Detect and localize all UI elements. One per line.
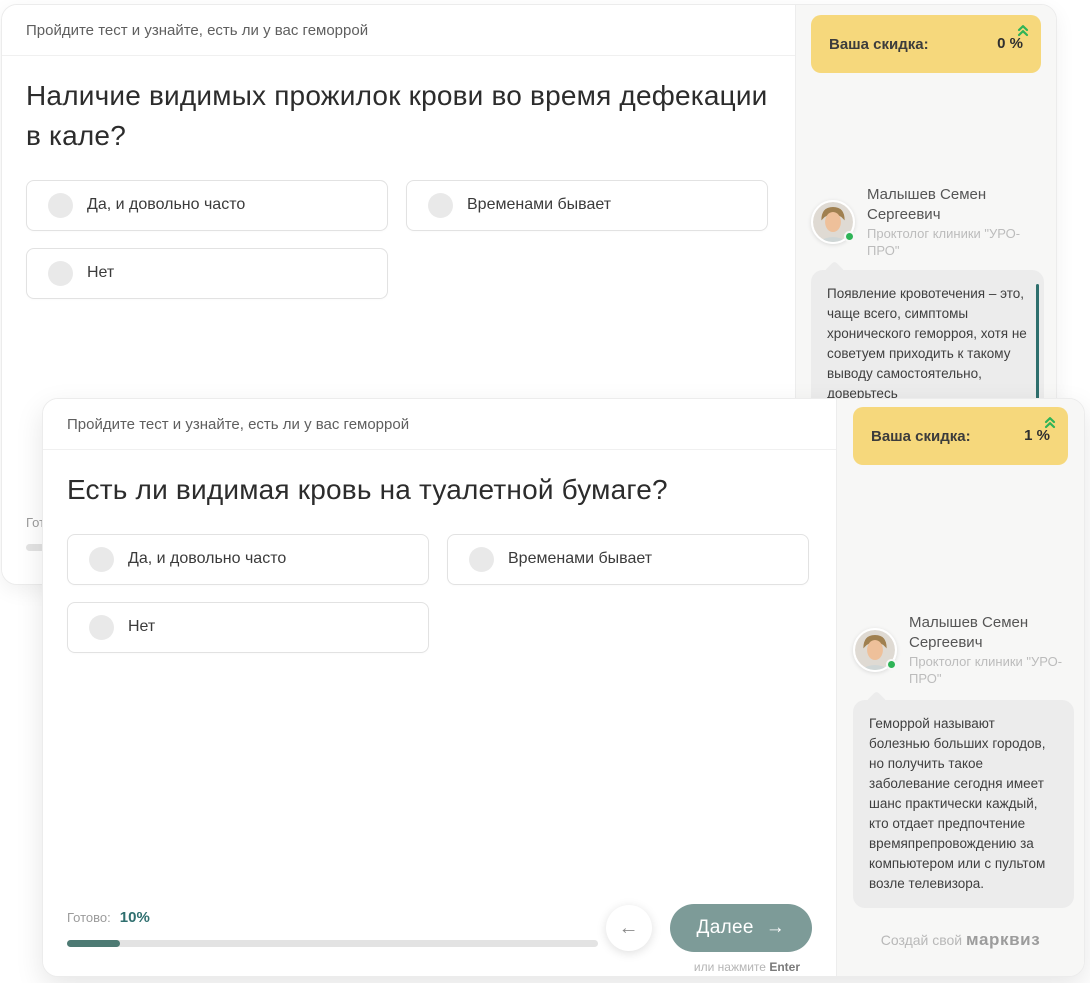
- back-button[interactable]: ←: [606, 905, 652, 951]
- answer-option[interactable]: Нет: [67, 602, 429, 653]
- expert-message-text: Появление кровотечения – это, чаще всего…: [827, 286, 1027, 401]
- quiz-main-panel: Пройдите тест и узнайте, есть ли у вас г…: [43, 399, 837, 976]
- arrow-left-icon: ←: [619, 917, 639, 940]
- quiz-title-bar: Пройдите тест и узнайте, есть ли у вас г…: [2, 5, 795, 56]
- progress-bar: [67, 940, 598, 947]
- radio-icon[interactable]: [89, 615, 114, 640]
- avatar: [811, 200, 855, 244]
- expert-role: Проктолог клиники "УРО-ПРО": [867, 226, 1041, 260]
- answer-option-label: Да, и довольно часто: [128, 550, 286, 568]
- quiz-window-front: Пройдите тест и узнайте, есть ли у вас г…: [42, 398, 1085, 977]
- discount-up-chevrons-icon: [1043, 415, 1057, 435]
- progress-block: Готово: 10%: [67, 904, 598, 947]
- radio-icon[interactable]: [469, 547, 494, 572]
- radio-icon[interactable]: [89, 547, 114, 572]
- online-status-dot: [844, 231, 855, 242]
- question-text: Есть ли видимая кровь на туалетной бумаг…: [67, 470, 812, 510]
- expert-name: Малышев Семен Сергеевич: [909, 613, 1068, 652]
- answer-option-label: Нет: [87, 264, 114, 282]
- radio-icon[interactable]: [48, 193, 73, 218]
- expert-message-bubble: Геморрой называют болезнью больших город…: [853, 700, 1074, 908]
- branding-brand-name: марквиз: [966, 930, 1040, 949]
- answer-options: Да, и довольно часто Временами бывает Не…: [43, 534, 836, 653]
- quiz-sidebar: Ваша скидка: 1 % Малышев Семен Сергееви: [837, 399, 1084, 976]
- expert-info: Малышев Семен Сергеевич Проктолог клиник…: [909, 613, 1068, 688]
- answer-option[interactable]: Временами бывает: [447, 534, 809, 585]
- answer-options: Да, и довольно часто Временами бывает Не…: [2, 180, 795, 299]
- answer-option[interactable]: Нет: [26, 248, 388, 299]
- marquiz-branding-link[interactable]: Создай свой марквиз: [837, 930, 1084, 950]
- expert-card: Малышев Семен Сергеевич Проктолог клиник…: [837, 613, 1084, 688]
- discount-badge: Ваша скидка: 0 %: [811, 15, 1041, 73]
- discount-value-wrap: 0 %: [997, 35, 1023, 53]
- expert-role: Проктолог клиники "УРО-ПРО": [909, 654, 1068, 688]
- online-status-dot: [886, 659, 897, 670]
- answer-option[interactable]: Да, и довольно часто: [67, 534, 429, 585]
- progress-percent: 10%: [120, 909, 150, 926]
- expert-message-bubble: Появление кровотечения – это, чаще всего…: [811, 270, 1044, 418]
- answer-option[interactable]: Временами бывает: [406, 180, 768, 231]
- discount-label: Ваша скидка:: [871, 428, 971, 445]
- quiz-title-bar: Пройдите тест и узнайте, есть ли у вас г…: [43, 399, 836, 450]
- quiz-footer: Готово: 10% ← Далее → или нажмите Enter: [67, 904, 812, 974]
- enter-hint-prefix: или нажмите: [694, 960, 766, 974]
- answer-option-label: Временами бывает: [508, 550, 652, 568]
- expert-info: Малышев Семен Сергеевич Проктолог клиник…: [867, 185, 1041, 260]
- question-text: Наличие видимых прожилок крови во время …: [26, 76, 771, 156]
- avatar: [853, 628, 897, 672]
- branding-prefix: Создай свой: [881, 932, 962, 948]
- discount-value-wrap: 1 %: [1024, 427, 1050, 445]
- answer-option-label: Нет: [128, 618, 155, 636]
- arrow-right-icon: →: [766, 917, 785, 939]
- enter-hint: или нажмите Enter: [694, 960, 812, 974]
- progress-done-label: Готово:: [67, 910, 111, 925]
- expert-name: Малышев Семен Сергеевич: [867, 185, 1041, 224]
- progress-bar-fill: [67, 940, 120, 947]
- discount-up-chevrons-icon: [1016, 23, 1030, 43]
- answer-option-label: Временами бывает: [467, 196, 611, 214]
- next-button[interactable]: Далее →: [670, 904, 812, 952]
- expert-card: Малышев Семен Сергеевич Проктолог клиник…: [796, 185, 1056, 260]
- navigation: ← Далее → или нажмите Enter: [606, 904, 812, 974]
- expert-message-text: Геморрой называют болезнью больших город…: [869, 716, 1045, 891]
- progress-caption: Готово: 10%: [67, 909, 598, 926]
- enter-key-label: Enter: [769, 960, 800, 974]
- radio-icon[interactable]: [428, 193, 453, 218]
- radio-icon[interactable]: [48, 261, 73, 286]
- discount-label: Ваша скидка:: [829, 36, 929, 53]
- answer-option[interactable]: Да, и довольно часто: [26, 180, 388, 231]
- answer-option-label: Да, и довольно часто: [87, 196, 245, 214]
- next-button-label: Далее: [697, 917, 754, 939]
- discount-badge: Ваша скидка: 1 %: [853, 407, 1068, 465]
- message-scrollbar[interactable]: [1036, 284, 1039, 404]
